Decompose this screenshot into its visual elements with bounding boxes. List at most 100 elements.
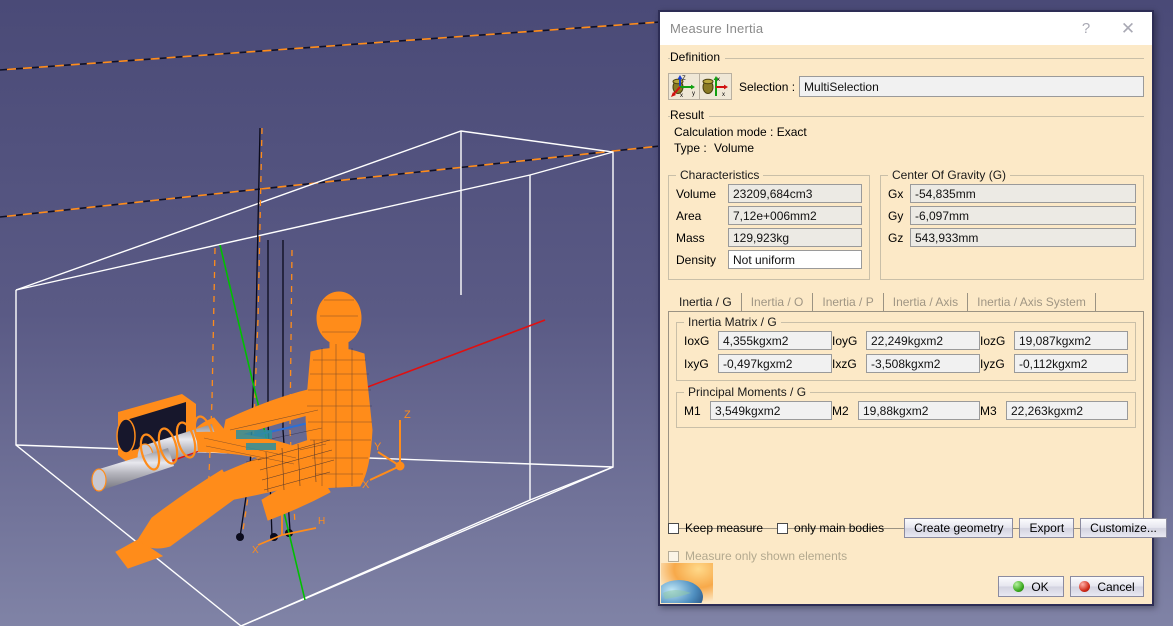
svg-text:x: x — [680, 93, 683, 99]
cog-row-gy: Gy -6,097mm — [888, 206, 1136, 225]
dialog-titlebar[interactable]: Measure Inertia ? ✕ — [660, 12, 1152, 46]
svg-text:Z: Z — [682, 76, 686, 82]
measure-only-shown-label: Measure only shown elements — [685, 549, 847, 563]
ok-button[interactable]: OK — [998, 576, 1064, 597]
cog-row-gx: Gx -54,835mm — [888, 184, 1136, 203]
axis-system-z-icon[interactable]: Z y x — [668, 73, 700, 100]
inertia-g-panel: Inertia Matrix / G IoxG 4,355kgxm2 IoyG … — [668, 311, 1144, 529]
characteristics-row-mass: Mass 129,923kg — [676, 228, 862, 247]
mass-label: Mass — [676, 231, 728, 245]
footer-row-2: Measure only shown elements — [668, 549, 1144, 563]
axis-label-y: Y — [374, 441, 382, 453]
axis2-label-x: X — [252, 545, 259, 556]
cancel-button[interactable]: Cancel — [1070, 576, 1144, 597]
svg-text:x: x — [717, 77, 720, 83]
ixzg-label: IxzG — [832, 357, 866, 371]
gz-label: Gz — [888, 231, 910, 245]
svg-text:y: y — [692, 91, 695, 97]
only-main-bodies-label[interactable]: only main bodies — [794, 521, 884, 535]
calculation-mode-value: Exact — [777, 125, 807, 139]
iyzg-value[interactable]: -0,112kgxm2 — [1014, 354, 1128, 373]
characteristics-row-area: Area 7,12e+006mm2 — [676, 206, 862, 225]
m1-value[interactable]: 3,549kgxm2 — [710, 401, 832, 420]
tab-inertia-axis[interactable]: Inertia / Axis — [884, 293, 968, 312]
result-rule — [668, 116, 1144, 117]
ioyg-value[interactable]: 22,249kgxm2 — [866, 331, 980, 350]
ok-button-label: OK — [1031, 578, 1048, 596]
characteristics-legend: Characteristics — [676, 168, 763, 182]
principal-moments-group: Principal Moments / G M1 3,549kgxm2 M2 1… — [676, 392, 1136, 428]
mass-value[interactable]: 129,923kg — [728, 228, 862, 247]
principal-moments-row: M1 3,549kgxm2 M2 19,88kgxm2 M3 22,263kgx… — [684, 401, 1128, 420]
selection-label: Selection : — [739, 80, 795, 94]
result-section-header: Result — [668, 110, 1144, 123]
iozg-value[interactable]: 19,087kgxm2 — [1014, 331, 1128, 350]
m2-cell: M2 19,88kgxm2 — [832, 401, 980, 420]
ioxg-value[interactable]: 4,355kgxm2 — [718, 331, 832, 350]
density-label: Density — [676, 253, 728, 267]
measure-inertia-dialog[interactable]: Measure Inertia ? ✕ Definition — [658, 10, 1154, 606]
volume-value[interactable]: 23209,684cm3 — [728, 184, 862, 203]
only-main-bodies-checkbox[interactable] — [777, 523, 788, 534]
density-value[interactable]: Not uniform — [728, 250, 862, 269]
type-label: Type : — [674, 141, 707, 155]
inertia-matrix-row-2: IxyG -0,497kgxm2 IxzG -3,508kgxm2 IyzG -… — [684, 354, 1128, 373]
result-columns: Characteristics Volume 23209,684cm3 Area… — [668, 164, 1144, 280]
type-value: Volume — [714, 141, 754, 155]
tab-inertia-axis-system[interactable]: Inertia / Axis System — [968, 293, 1096, 312]
type-row: Type : Volume — [674, 141, 1144, 155]
dialog-title: Measure Inertia — [670, 21, 763, 36]
measure-only-shown-checkbox — [668, 551, 679, 562]
close-icon[interactable]: ✕ — [1108, 12, 1148, 45]
gx-value[interactable]: -54,835mm — [910, 184, 1136, 203]
result-legend: Result — [670, 108, 709, 122]
keep-measure-checkbox[interactable] — [668, 523, 679, 534]
axis-label-x: X — [362, 479, 370, 491]
m2-label: M2 — [832, 404, 858, 418]
calculation-mode-label: Calculation mode : — [674, 125, 773, 139]
m2-value[interactable]: 19,88kgxm2 — [858, 401, 980, 420]
inertia-matrix-row-1: IoxG 4,355kgxm2 IoyG 22,249kgxm2 IozG 19… — [684, 331, 1128, 350]
tab-inertia-g[interactable]: Inertia / G — [670, 293, 742, 312]
inertia-matrix-legend: Inertia Matrix / G — [684, 315, 781, 329]
ixzg-value[interactable]: -3,508kgxm2 — [866, 354, 980, 373]
gy-label: Gy — [888, 209, 910, 223]
area-label: Area — [676, 209, 728, 223]
ioyg-cell: IoyG 22,249kgxm2 — [832, 331, 980, 350]
dialog-footer: Keep measure only main bodies Create geo… — [668, 518, 1144, 563]
cancel-status-icon — [1079, 581, 1090, 592]
characteristics-group: Characteristics Volume 23209,684cm3 Area… — [668, 175, 870, 280]
principal-moments-legend: Principal Moments / G — [684, 385, 810, 399]
axis-label-z: Z — [404, 409, 411, 421]
customize-button[interactable]: Customize... — [1080, 518, 1167, 538]
ioxg-label: IoxG — [684, 334, 718, 348]
tab-inertia-o[interactable]: Inertia / O — [742, 293, 814, 312]
definition-section-header: Definition — [668, 52, 1144, 65]
export-button[interactable]: Export — [1019, 518, 1074, 538]
area-value[interactable]: 7,12e+006mm2 — [728, 206, 862, 225]
footer-row-1: Keep measure only main bodies Create geo… — [668, 518, 1144, 538]
ixzg-cell: IxzG -3,508kgxm2 — [832, 354, 980, 373]
ixyg-value[interactable]: -0,497kgxm2 — [718, 354, 832, 373]
gz-value[interactable]: 543,933mm — [910, 228, 1136, 247]
tab-inertia-p[interactable]: Inertia / P — [813, 293, 883, 312]
m3-value[interactable]: 22,263kgxm2 — [1006, 401, 1128, 420]
dialog-body: Definition Z y x — [660, 45, 1152, 604]
characteristics-row-volume: Volume 23209,684cm3 — [676, 184, 862, 203]
calculation-mode-row: Calculation mode : Exact — [674, 125, 1144, 139]
axis-system-x-icon[interactable]: x x — [700, 73, 732, 100]
help-icon[interactable]: ? — [1066, 12, 1106, 45]
ioxg-cell: IoxG 4,355kgxm2 — [684, 331, 832, 350]
iyzg-cell: IyzG -0,112kgxm2 — [980, 354, 1128, 373]
selection-input[interactable]: MultiSelection — [799, 76, 1144, 97]
ioyg-label: IoyG — [832, 334, 866, 348]
keep-measure-label[interactable]: Keep measure — [685, 521, 763, 535]
inertia-matrix-group: Inertia Matrix / G IoxG 4,355kgxm2 IoyG … — [676, 322, 1136, 381]
gx-label: Gx — [888, 187, 910, 201]
inertia-tabs[interactable]: Inertia / G Inertia / O Inertia / P Iner… — [668, 292, 1144, 312]
iozg-cell: IozG 19,087kgxm2 — [980, 331, 1128, 350]
create-geometry-button[interactable]: Create geometry — [904, 518, 1013, 538]
m3-label: M3 — [980, 404, 1006, 418]
center-of-gravity-legend: Center Of Gravity (G) — [888, 168, 1010, 182]
gy-value[interactable]: -6,097mm — [910, 206, 1136, 225]
